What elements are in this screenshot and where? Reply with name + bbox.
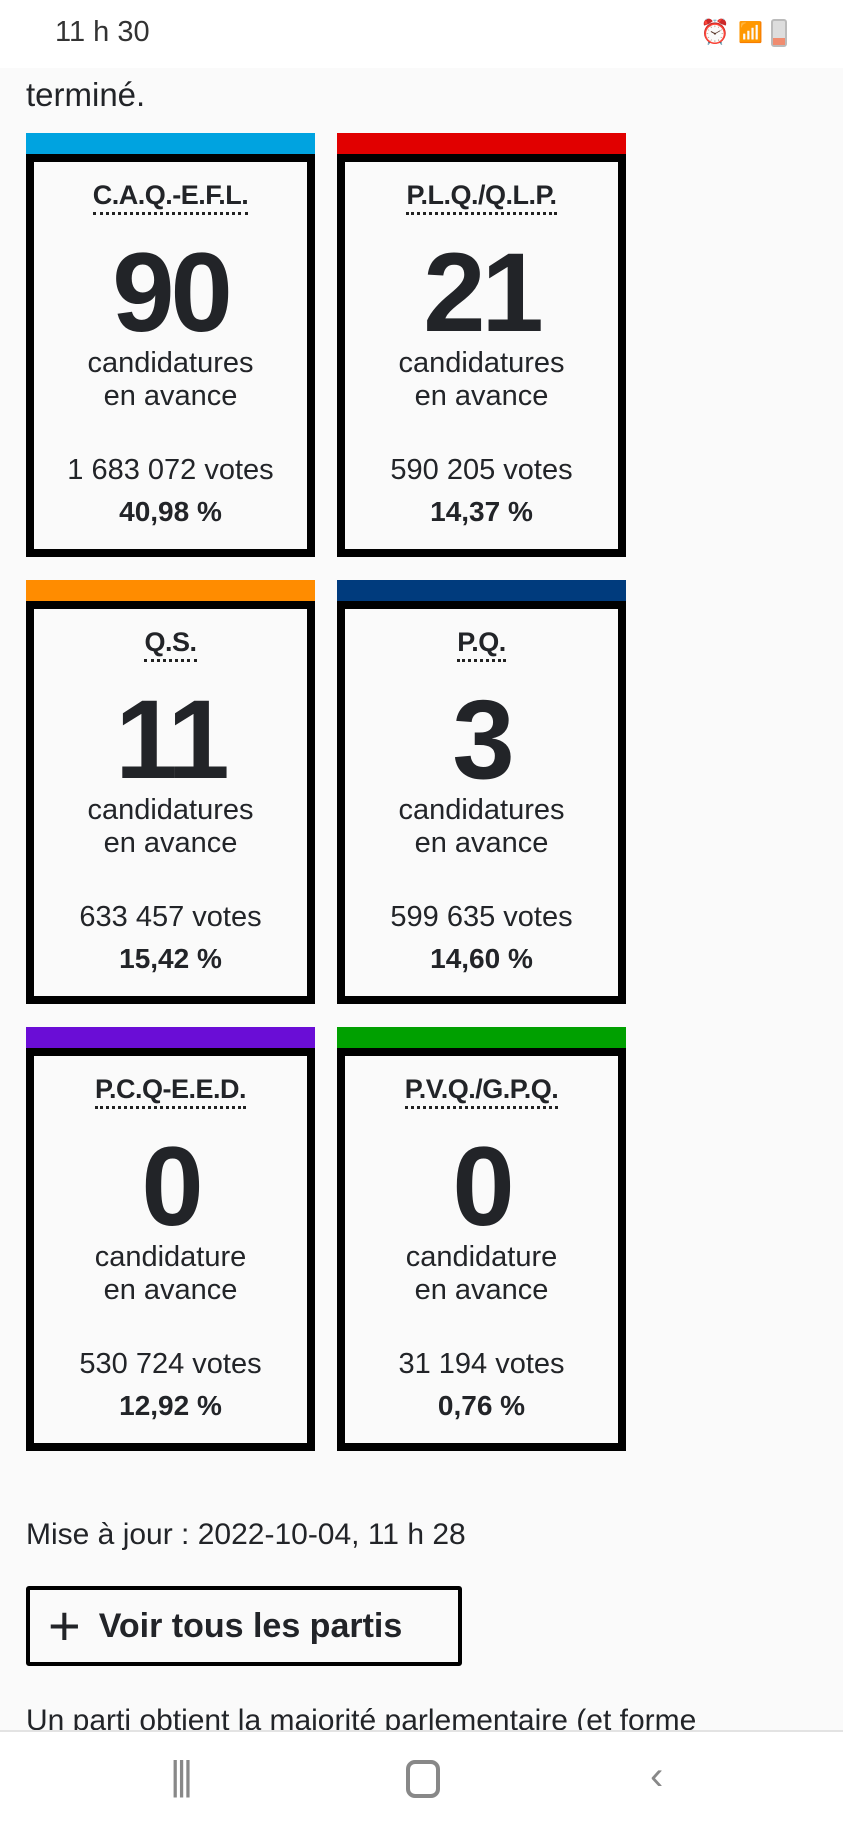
seats-label-2: en avance <box>103 380 238 412</box>
party-card: Q.S. 11 candidatures en avance 633 457 v… <box>26 580 315 1004</box>
seats-leading: 11 <box>115 677 229 802</box>
vote-percentage: 14,37 % <box>430 496 533 527</box>
seats-label-2: en avance <box>103 1274 238 1306</box>
vote-count: 633 457 votes <box>79 901 262 933</box>
status-bar: 11 h 30 ⏰ 📶 <box>0 0 843 68</box>
vote-percentage: 40,98 % <box>119 496 222 527</box>
wifi-icon: 📶 <box>738 22 763 44</box>
party-color-bar <box>337 1027 626 1048</box>
seats-label: candidature <box>94 1241 247 1273</box>
seats-leading: 0 <box>141 1124 203 1249</box>
intro-text: terminé. <box>26 76 146 113</box>
vote-count: 31 194 votes <box>398 1348 565 1380</box>
party-color-bar <box>26 133 315 154</box>
party-card: P.C.Q-E.E.D. 0 candidature en avance 530… <box>26 1027 315 1451</box>
party-card: P.L.Q./Q.L.P. 21 candidatures en avance … <box>337 133 626 557</box>
seats-leading: 90 <box>112 230 233 355</box>
party-color-bar <box>337 133 626 154</box>
seats-label: candidatures <box>398 347 565 379</box>
home-icon[interactable] <box>406 1760 440 1798</box>
party-card: P.V.Q./G.P.Q. 0 candidature en avance 31… <box>337 1027 626 1451</box>
vote-count: 590 205 votes <box>390 454 573 486</box>
party-abbreviation[interactable]: P.C.Q-E.E.D. <box>94 1074 247 1109</box>
vote-percentage: 0,76 % <box>437 1390 526 1421</box>
vote-percentage: 14,60 % <box>430 943 533 974</box>
vote-count: 1 683 072 votes <box>67 454 274 486</box>
party-abbreviation[interactable]: P.L.Q./Q.L.P. <box>406 180 557 215</box>
seats-label: candidatures <box>398 794 565 826</box>
vote-percentage: 15,42 % <box>119 943 222 974</box>
battery-icon <box>771 18 787 47</box>
party-color-bar <box>337 580 626 601</box>
seats-label: candidatures <box>87 794 254 826</box>
party-color-bar <box>26 1027 315 1048</box>
alarm-icon: ⏰ <box>700 19 731 46</box>
seats-label-2: en avance <box>414 1274 549 1306</box>
navigation-bar: ||| ‹ <box>0 1730 843 1829</box>
seats-label-2: en avance <box>414 827 549 859</box>
party-card: C.A.Q.-E.F.L. 90 candidatures en avance … <box>26 133 315 557</box>
vote-percentage: 12,92 % <box>119 1390 222 1421</box>
seats-leading: 0 <box>452 1124 514 1249</box>
party-abbreviation[interactable]: Q.S. <box>144 627 197 662</box>
party-abbreviation[interactable]: C.A.Q.-E.F.L. <box>92 180 249 215</box>
recent-apps-icon[interactable]: ||| <box>170 1754 193 1799</box>
back-icon[interactable]: ‹ <box>650 1754 663 1799</box>
see-all-parties-button[interactable]: + Voir tous les partis <box>26 1586 462 1666</box>
party-card: P.Q. 3 candidatures en avance 599 635 vo… <box>337 580 626 1004</box>
seats-label: candidatures <box>87 347 254 379</box>
seats-leading: 3 <box>452 677 514 802</box>
last-updated: Mise à jour : 2022-10-04, 11 h 28 <box>26 1518 466 1551</box>
seats-leading: 21 <box>423 230 544 355</box>
seats-label-2: en avance <box>103 827 238 859</box>
plus-icon: + <box>48 1594 81 1657</box>
party-color-bar <box>26 580 315 601</box>
vote-count: 530 724 votes <box>79 1348 262 1380</box>
vote-count: 599 635 votes <box>390 901 573 933</box>
see-all-parties-label: Voir tous les partis <box>98 1606 403 1645</box>
party-abbreviation[interactable]: P.V.Q./G.P.Q. <box>404 1074 559 1109</box>
seats-label: candidature <box>405 1241 558 1273</box>
party-abbreviation[interactable]: P.Q. <box>457 627 506 662</box>
seats-label-2: en avance <box>414 380 549 412</box>
clock: 11 h 30 <box>55 16 150 48</box>
